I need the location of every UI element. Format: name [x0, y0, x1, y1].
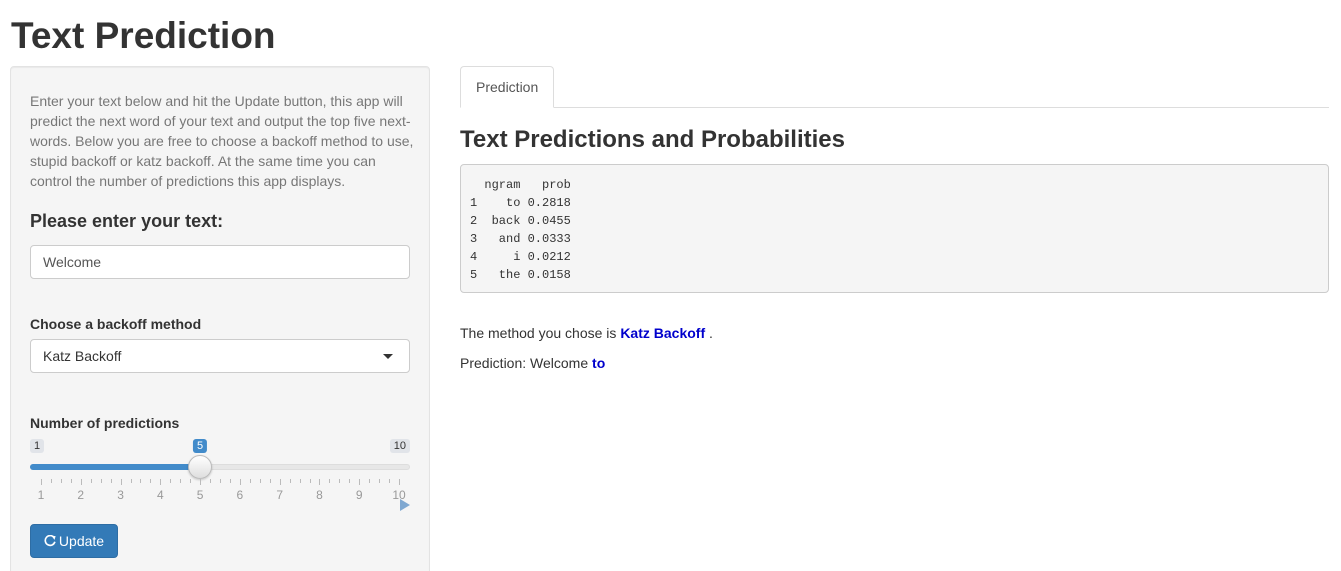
- method-value: Katz Backoff: [620, 325, 706, 341]
- slider-tick: [369, 479, 371, 483]
- slider-tick: [90, 479, 92, 483]
- slider-tick-label: 10: [392, 488, 406, 502]
- slider-tick: [399, 479, 400, 485]
- slider-tick: [329, 479, 331, 483]
- slider-tick: [249, 479, 251, 483]
- result-title: Text Predictions and Probabilities: [460, 126, 845, 153]
- refresh-icon: [44, 535, 56, 547]
- slider-tick-label: 9: [355, 488, 363, 502]
- page-title: Text Prediction: [11, 15, 276, 56]
- slider-tick: [50, 479, 52, 483]
- text-input-label: Please enter your text:: [30, 211, 224, 231]
- slider-tick: [269, 479, 271, 483]
- slider-tick: [279, 479, 281, 485]
- slider-tick: [210, 479, 212, 483]
- tab-prediction[interactable]: Prediction: [460, 66, 555, 108]
- slider-tick-label: 2: [77, 488, 85, 502]
- method-prefix: The method you chose is: [460, 325, 617, 341]
- method-summary: The method you chose is Katz Backoff .: [460, 325, 713, 341]
- slider-tick: [200, 479, 202, 485]
- update-button[interactable]: Update: [30, 524, 118, 558]
- slider-tick: [120, 479, 122, 485]
- tab-bar: Prediction: [460, 66, 1329, 108]
- slider-value-label: 5: [193, 439, 208, 453]
- slider-tick: [229, 479, 231, 483]
- slider-tick: [60, 479, 62, 483]
- text-input[interactable]: [30, 245, 410, 279]
- slider-tick-label: 5: [196, 488, 204, 502]
- slider-tick: [170, 479, 172, 483]
- slider-tick: [80, 479, 82, 485]
- slider-tick-label: 8: [316, 488, 323, 502]
- slider-tick: [349, 479, 351, 483]
- slider-tick: [259, 479, 261, 483]
- chevron-down-icon: [383, 354, 393, 359]
- update-button-label: Update: [58, 533, 105, 549]
- slider-tick: [319, 479, 321, 485]
- slider-tick: [150, 479, 152, 483]
- slider-tick-label: 7: [276, 488, 283, 502]
- predictions-slider[interactable]: 1 10 5 1 2 3 4 5 6 7 8 9 10: [30, 437, 410, 517]
- slider-tick: [309, 479, 311, 483]
- prediction-word: to: [592, 355, 606, 371]
- slider-tick: [220, 479, 221, 483]
- slider-tick: [70, 479, 72, 483]
- slider-tick: [180, 479, 182, 483]
- intro-text: Enter your text below and hit the Update…: [30, 93, 414, 189]
- slider-tick: [289, 479, 291, 483]
- slider-tick-label: 3: [117, 488, 124, 502]
- slider-fill: [30, 464, 201, 470]
- slider-tick: [100, 479, 102, 483]
- backoff-method-select[interactable]: Katz Backoff: [30, 339, 410, 373]
- slider-max-label: 10: [389, 439, 410, 453]
- slider-tick: [41, 479, 42, 485]
- slider-handle[interactable]: [188, 455, 213, 479]
- prediction-prefix: Prediction: Welcome: [460, 355, 589, 371]
- slider-tick-label: 4: [156, 488, 164, 502]
- predictions-slider-label: Number of predictions: [30, 415, 180, 431]
- sidebar-panel: Enter your text below and hit the Update…: [10, 66, 430, 571]
- slider-tick: [130, 479, 132, 483]
- slider-tick: [110, 479, 112, 483]
- slider-tick: [359, 479, 361, 485]
- slider-tick: [299, 479, 301, 483]
- slider-tick: [389, 479, 391, 483]
- slider-min-label: 1: [30, 439, 45, 453]
- prediction-summary: Prediction: Welcome to: [460, 355, 605, 371]
- slider-tick: [239, 479, 241, 485]
- prediction-table-output: ngram prob 1 to 0.2818 2 back 0.0455 3 a…: [460, 164, 1329, 293]
- slider-tick: [339, 479, 341, 483]
- slider-tick-label: 1: [37, 488, 45, 502]
- slider-tick: [379, 479, 381, 483]
- method-suffix: .: [709, 325, 713, 341]
- backoff-method-label: Choose a backoff method: [30, 316, 202, 332]
- slider-tick: [160, 479, 162, 485]
- slider-tick-label: 6: [236, 488, 244, 502]
- backoff-method-value: Katz Backoff: [43, 348, 122, 364]
- slider-tick: [140, 479, 142, 483]
- slider-tick: [190, 479, 192, 483]
